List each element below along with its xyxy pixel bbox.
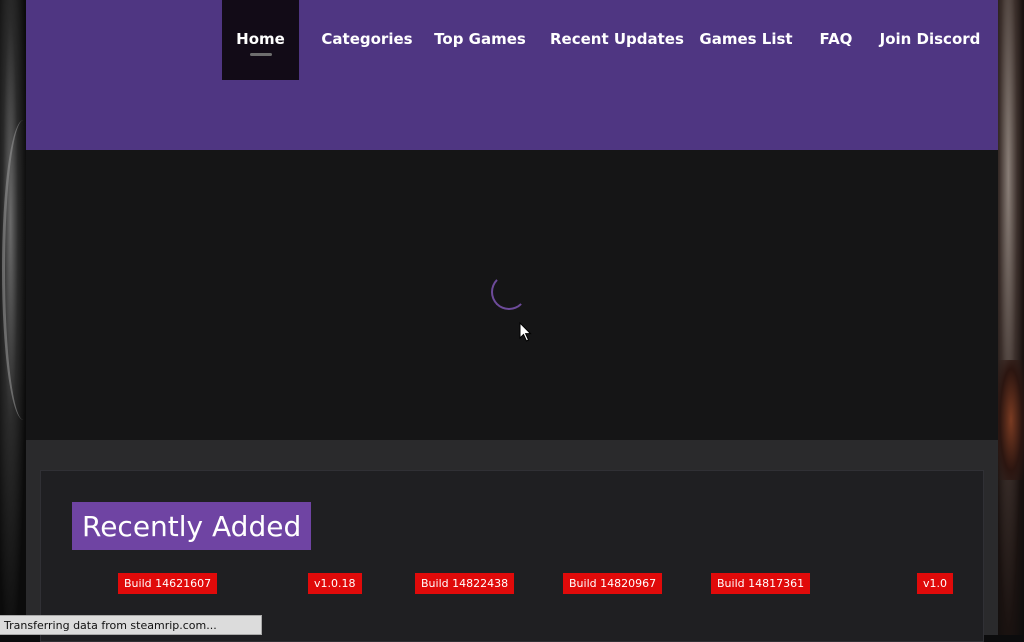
nav-top-games[interactable]: Top Games [433,0,527,80]
nav-faq[interactable]: FAQ [811,0,861,80]
nav-recent-updates[interactable]: Recent Updates [550,0,684,80]
mouse-cursor-icon [519,322,532,342]
nav-home[interactable]: Home [222,0,299,80]
content-area: Recently Added Build 14621607 v1.0.18 Bu… [26,440,998,642]
site-header: Home Categories Top Games Recent Updates… [26,0,998,150]
left-background-artwork [0,0,26,635]
version-badge[interactable]: v1.0.18 [308,573,362,594]
nav-categories[interactable]: Categories [320,0,414,80]
main-nav: Home Categories Top Games Recent Updates… [26,0,998,80]
version-badge[interactable]: Build 14820967 [563,573,663,594]
version-badge[interactable]: Build 14817361 [711,573,811,594]
nav-games-list[interactable]: Games List [699,0,793,80]
nav-join-discord[interactable]: Join Discord [878,0,982,80]
version-badge[interactable]: v1.0 [917,573,954,594]
spinner-icon [491,274,527,310]
page-content: Home Categories Top Games Recent Updates… [26,0,998,642]
browser-status-bar: Transferring data from steamrip.com... [0,615,262,635]
right-background-artwork [998,0,1024,635]
version-badge[interactable]: Build 14822438 [415,573,515,594]
hero-slider [26,150,998,440]
version-badge[interactable]: Build 14621607 [118,573,218,594]
section-title: Recently Added [72,502,312,550]
